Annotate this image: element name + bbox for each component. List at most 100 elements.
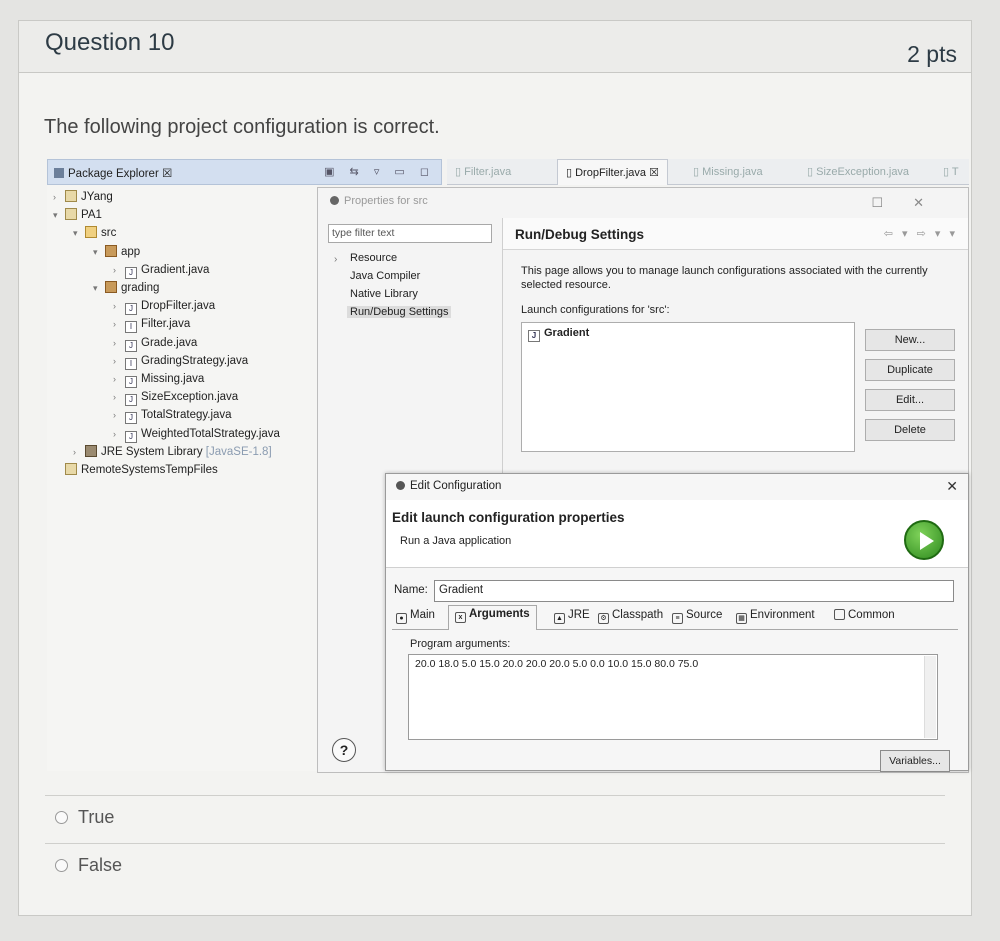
nav-item-native-library[interactable]: Native Library bbox=[350, 288, 418, 300]
tree-item[interactable]: › I GradingStrategy.java bbox=[113, 353, 248, 370]
tree-item[interactable]: › J DropFilter.java bbox=[113, 298, 216, 316]
scrollbar[interactable] bbox=[924, 656, 936, 738]
page-description: This page allows you to manage launch co… bbox=[521, 265, 928, 291]
window-controls[interactable]: ☐✕ bbox=[871, 195, 954, 211]
nav-item-resource[interactable]: Resource bbox=[350, 252, 397, 264]
run-icon bbox=[904, 520, 944, 560]
tree-item[interactable]: RemoteSystemsTempFiles bbox=[53, 462, 218, 479]
radio-false[interactable] bbox=[55, 859, 68, 872]
program-arguments-input[interactable]: 20.0 18.0 5.0 15.0 20.0 20.0 20.0 5.0 0.… bbox=[408, 654, 938, 740]
source-folder-icon bbox=[85, 226, 97, 239]
edit-configuration-dialog: Edit Configuration ✕ Edit launch configu… bbox=[385, 473, 969, 772]
nav-item-java-compiler[interactable]: Java Compiler bbox=[350, 270, 420, 282]
interface-file-icon: I bbox=[125, 321, 137, 334]
question-header: Question 10 2 pts bbox=[19, 21, 971, 73]
tree-item[interactable]: ▾ src bbox=[73, 225, 116, 242]
tree-item[interactable]: › J Grade.java bbox=[113, 335, 197, 352]
question-points: 2 pts bbox=[907, 41, 957, 67]
chevron-right-icon[interactable]: › bbox=[113, 407, 125, 424]
editor-tab-missing[interactable]: ▯ Missing.java bbox=[693, 165, 763, 178]
page-title: Run/Debug Settings bbox=[515, 227, 644, 242]
java-file-icon: J bbox=[125, 266, 137, 279]
tree-item-label: TotalStrategy.java bbox=[141, 409, 232, 422]
editor-tabs: ▯ Filter.java ▯ DropFilter.java ☒ ▯ Miss… bbox=[447, 159, 969, 185]
tab-source[interactable]: ≡ Source bbox=[672, 609, 722, 624]
tab-jre[interactable]: ▲ JRE bbox=[554, 609, 590, 624]
chevron-right-icon[interactable]: › bbox=[113, 389, 125, 406]
duplicate-button[interactable]: Duplicate bbox=[865, 359, 955, 381]
editor-tab-sizeexception[interactable]: ▯ SizeException.java bbox=[807, 165, 909, 178]
tree-item[interactable]: › I Filter.java bbox=[113, 316, 191, 334]
tree-item-label: JYang bbox=[81, 191, 113, 203]
launch-config-list[interactable]: J Gradient bbox=[521, 322, 855, 452]
tree-item[interactable]: ▾ app bbox=[93, 244, 140, 261]
filter-input[interactable]: type filter text bbox=[328, 224, 492, 243]
tree-item[interactable]: › J TotalStrategy.java bbox=[113, 407, 232, 425]
editor-tab-dropfilter[interactable]: ▯ DropFilter.java ☒ bbox=[557, 159, 668, 185]
close-icon[interactable]: ✕ bbox=[946, 478, 958, 495]
tree-item-label: JRE System Library bbox=[101, 445, 203, 458]
tab-common[interactable]: Common bbox=[834, 609, 895, 621]
answer-true[interactable]: True bbox=[55, 807, 114, 828]
chevron-right-icon[interactable]: › bbox=[113, 316, 125, 333]
divider bbox=[45, 843, 945, 844]
page-header: Run/Debug Settings ⇦ ▾ ⇨ ▾ ▾ bbox=[503, 218, 968, 250]
new-button[interactable]: New... bbox=[865, 329, 955, 351]
radio-true[interactable] bbox=[55, 811, 68, 824]
tab-arguments[interactable]: x Arguments bbox=[448, 605, 537, 630]
editor-tab-filter[interactable]: ▯ Filter.java bbox=[455, 165, 511, 178]
history-nav[interactable]: ⇦ ▾ ⇨ ▾ ▾ bbox=[884, 227, 958, 240]
tab-classpath[interactable]: ⚙ Classpath bbox=[598, 609, 663, 624]
tree-item-label: app bbox=[121, 245, 141, 258]
tree-item[interactable]: › J SizeException.java bbox=[113, 389, 238, 407]
chevron-right-icon[interactable]: › bbox=[113, 262, 125, 279]
chevron-down-icon[interactable]: ▾ bbox=[53, 207, 65, 224]
package-explorer-tab[interactable]: Package Explorer ☒ ▣ ⇆ ▿ ▭ ◻ bbox=[47, 159, 442, 185]
chevron-right-icon[interactable]: › bbox=[113, 371, 125, 388]
chevron-down-icon[interactable]: ▾ bbox=[73, 225, 85, 242]
edit-button[interactable]: Edit... bbox=[865, 389, 955, 411]
help-button[interactable]: ? bbox=[332, 738, 356, 762]
tree-item-label: Grade.java bbox=[141, 336, 198, 349]
editor-tab-t[interactable]: ▯ T bbox=[943, 165, 959, 178]
delete-button[interactable]: Delete bbox=[865, 419, 955, 441]
tree-item-label: WeightedTotalStrategy.java bbox=[141, 427, 280, 440]
chevron-down-icon[interactable]: ▾ bbox=[93, 244, 105, 261]
view-toolbar[interactable]: ▣ ⇆ ▿ ▭ ◻ bbox=[324, 165, 435, 178]
answer-false[interactable]: False bbox=[55, 855, 122, 876]
library-icon bbox=[85, 444, 97, 457]
tree-item[interactable]: ▾ grading bbox=[93, 280, 159, 297]
source-icon: ≡ bbox=[672, 613, 683, 624]
tree-item[interactable]: › J WeightedTotalStrategy.java bbox=[113, 426, 280, 443]
chevron-right-icon[interactable]: › bbox=[53, 189, 65, 206]
list-item[interactable]: J Gradient bbox=[528, 327, 589, 342]
chevron-right-icon[interactable]: › bbox=[113, 335, 125, 352]
chevron-right-icon[interactable]: › bbox=[113, 353, 125, 370]
divider bbox=[45, 795, 945, 796]
java-file-icon: J bbox=[125, 376, 137, 388]
tree-item-label: Filter.java bbox=[141, 318, 191, 331]
tree-item[interactable]: › JYang bbox=[53, 189, 113, 206]
chevron-right-icon[interactable]: › bbox=[73, 444, 85, 461]
chevron-right-icon[interactable]: › bbox=[113, 298, 125, 315]
jre-icon: ▲ bbox=[554, 613, 565, 624]
config-tabs: ● Main x Arguments ▲ JRE ⚙ Classpath ≡ Source… bbox=[392, 605, 958, 630]
tab-environment[interactable]: ▦ Environment bbox=[736, 609, 815, 624]
name-input[interactable]: Gradient bbox=[434, 580, 954, 602]
arguments-icon: x bbox=[455, 612, 466, 623]
edit-dialog-heading: Edit launch configuration properties bbox=[392, 510, 625, 525]
chevron-right-icon[interactable]: › bbox=[334, 254, 337, 265]
tree-item-label: DropFilter.java bbox=[141, 300, 216, 313]
tree-item[interactable]: › J Gradient.java bbox=[113, 262, 209, 279]
tab-main[interactable]: ● Main bbox=[396, 609, 435, 624]
tree-item[interactable]: ▾ PA1 bbox=[53, 207, 102, 224]
tree-item-label: src bbox=[101, 227, 117, 240]
chevron-down-icon[interactable]: ▾ bbox=[93, 280, 105, 297]
tree-item[interactable]: › J Missing.java bbox=[113, 371, 204, 388]
environment-icon: ▦ bbox=[736, 613, 747, 624]
chevron-right-icon[interactable]: › bbox=[113, 426, 125, 443]
nav-item-run-debug-settings[interactable]: Run/Debug Settings bbox=[347, 306, 452, 318]
main-icon: ● bbox=[396, 613, 407, 624]
variables-button[interactable]: Variables... bbox=[880, 750, 950, 772]
tree-item[interactable]: › JRE System Library [JavaSE-1.8] bbox=[73, 444, 272, 461]
